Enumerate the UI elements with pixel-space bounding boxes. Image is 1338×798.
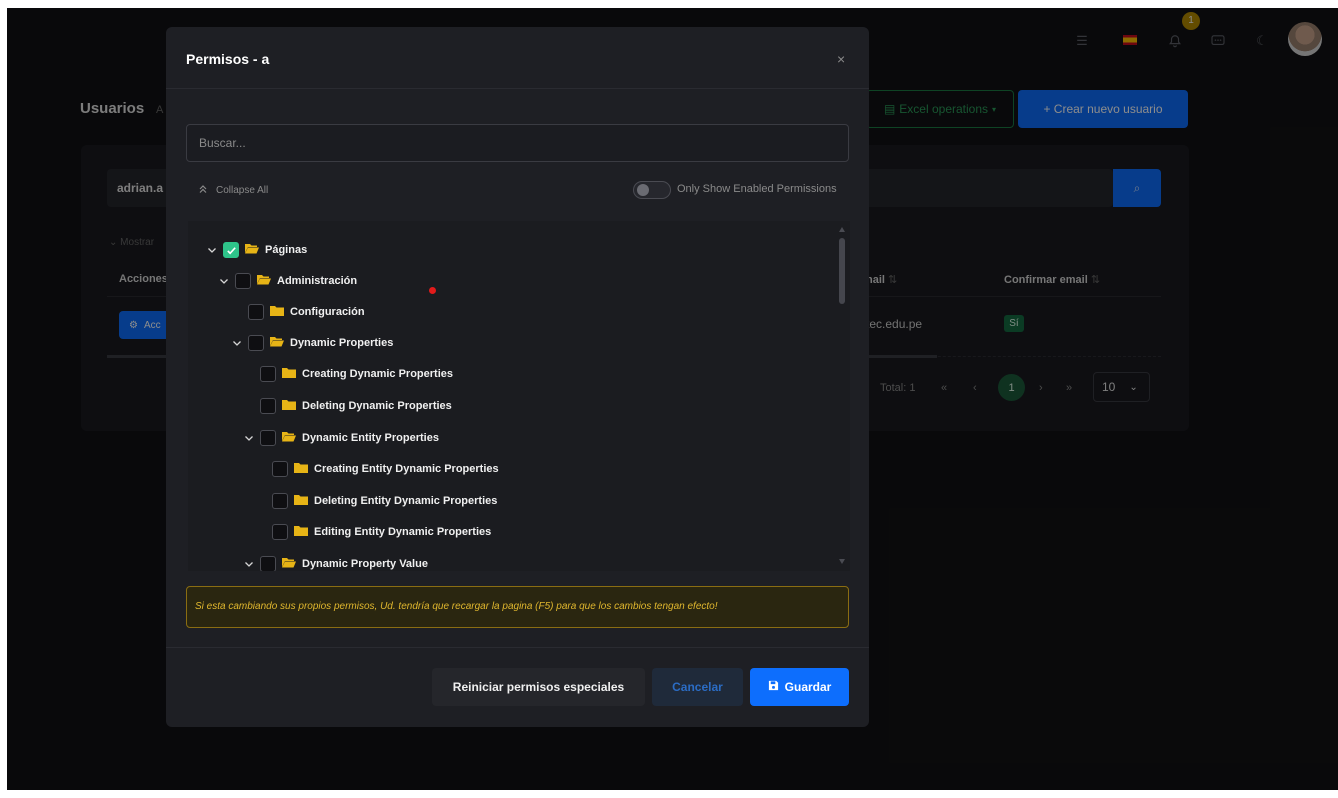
chevron-down-icon[interactable] — [232, 338, 242, 348]
folder-icon — [282, 367, 296, 381]
folder-icon — [270, 305, 284, 319]
permission-checkbox[interactable] — [235, 273, 251, 289]
tree-node[interactable]: Configuración — [248, 302, 365, 322]
cancel-button[interactable]: Cancelar — [652, 668, 743, 706]
tree-node[interactable]: Editing Entity Dynamic Properties — [272, 522, 491, 542]
tree-node[interactable]: Deleting Dynamic Properties — [260, 396, 452, 416]
permission-checkbox[interactable] — [272, 524, 288, 540]
enabled-only-label: Only Show Enabled Permissions — [677, 183, 837, 195]
permissions-modal: Permisos - a × Collapse All Only Show En… — [166, 27, 869, 727]
folder-icon — [294, 462, 308, 476]
double-chevron-up-icon — [198, 184, 208, 197]
folder-icon — [294, 494, 308, 508]
folder-open-icon — [282, 431, 296, 445]
tree-node[interactable]: Dynamic Properties — [232, 333, 393, 353]
tree-node-label: Deleting Dynamic Properties — [302, 400, 452, 412]
tree-node[interactable]: Dynamic Entity Properties — [244, 428, 439, 448]
permission-checkbox[interactable] — [260, 430, 276, 446]
folder-icon — [294, 525, 308, 539]
chevron-down-icon[interactable] — [244, 559, 254, 569]
scroll-down-icon[interactable] — [839, 559, 845, 564]
permission-checkbox[interactable] — [272, 493, 288, 509]
scroll-up-icon[interactable] — [839, 227, 845, 232]
tree-node[interactable]: Creating Entity Dynamic Properties — [272, 459, 499, 479]
permission-checkbox[interactable] — [272, 461, 288, 477]
folder-open-icon — [245, 243, 259, 257]
chevron-down-icon[interactable] — [207, 245, 217, 255]
tree-node[interactable]: Creating Dynamic Properties — [260, 364, 453, 384]
reset-permissions-button[interactable]: Reiniciar permisos especiales — [432, 668, 645, 706]
permission-search-input[interactable] — [186, 124, 849, 162]
tree-node-label: Creating Dynamic Properties — [302, 368, 453, 380]
tree-node[interactable]: Páginas — [207, 240, 307, 260]
collapse-all-label: Collapse All — [216, 185, 269, 196]
close-icon[interactable]: × — [837, 51, 845, 67]
modal-footer-divider — [166, 647, 869, 648]
permission-checkbox[interactable] — [260, 556, 276, 571]
cursor-dot — [429, 287, 436, 294]
tree-node[interactable]: Dynamic Property Value — [244, 554, 428, 571]
tree-node-label: Creating Entity Dynamic Properties — [314, 463, 499, 475]
save-label: Guardar — [784, 680, 832, 694]
tree-node[interactable]: Administración — [219, 271, 357, 291]
tree-node-label: Dynamic Property Value — [302, 558, 428, 570]
permission-checkbox[interactable] — [248, 304, 264, 320]
modal-title: Permisos - a — [186, 51, 270, 67]
collapse-all-button[interactable]: Collapse All — [198, 184, 268, 197]
tree-node-label: Páginas — [265, 244, 308, 256]
folder-icon — [282, 399, 296, 413]
tree-node-label: Configuración — [290, 306, 365, 318]
tree-node-label: Editing Entity Dynamic Properties — [314, 526, 492, 538]
modal-header: Permisos - a × — [166, 27, 869, 89]
tree-scrollbar-thumb[interactable] — [839, 238, 845, 304]
tree-node-label: Deleting Entity Dynamic Properties — [314, 495, 498, 507]
chevron-down-icon[interactable] — [244, 433, 254, 443]
permissions-tree: Páginas Administración Configuración Dynami… — [188, 221, 850, 571]
permission-checkbox[interactable] — [248, 335, 264, 351]
folder-open-icon — [270, 336, 284, 350]
folder-open-icon — [257, 274, 271, 288]
permission-checkbox[interactable] — [260, 366, 276, 382]
toggle-knob — [637, 184, 649, 196]
app-window: ☰ 1 ☾ Usuarios A ▤ Excel operations ▾ + … — [7, 8, 1338, 790]
permission-checkbox[interactable] — [260, 398, 276, 414]
tree-node[interactable]: Deleting Entity Dynamic Properties — [272, 491, 497, 511]
tree-node-label: Dynamic Entity Properties — [302, 432, 439, 444]
permission-checkbox[interactable] — [223, 242, 239, 258]
folder-open-icon — [282, 557, 296, 571]
tree-node-label: Dynamic Properties — [290, 337, 394, 349]
save-button[interactable]: Guardar — [750, 668, 849, 706]
tree-node-label: Administración — [277, 275, 358, 287]
save-icon — [768, 680, 779, 694]
enabled-only-toggle[interactable] — [633, 181, 671, 199]
warning-alert: Si esta cambiando sus propios permisos, … — [186, 586, 849, 628]
chevron-down-icon[interactable] — [219, 276, 229, 286]
